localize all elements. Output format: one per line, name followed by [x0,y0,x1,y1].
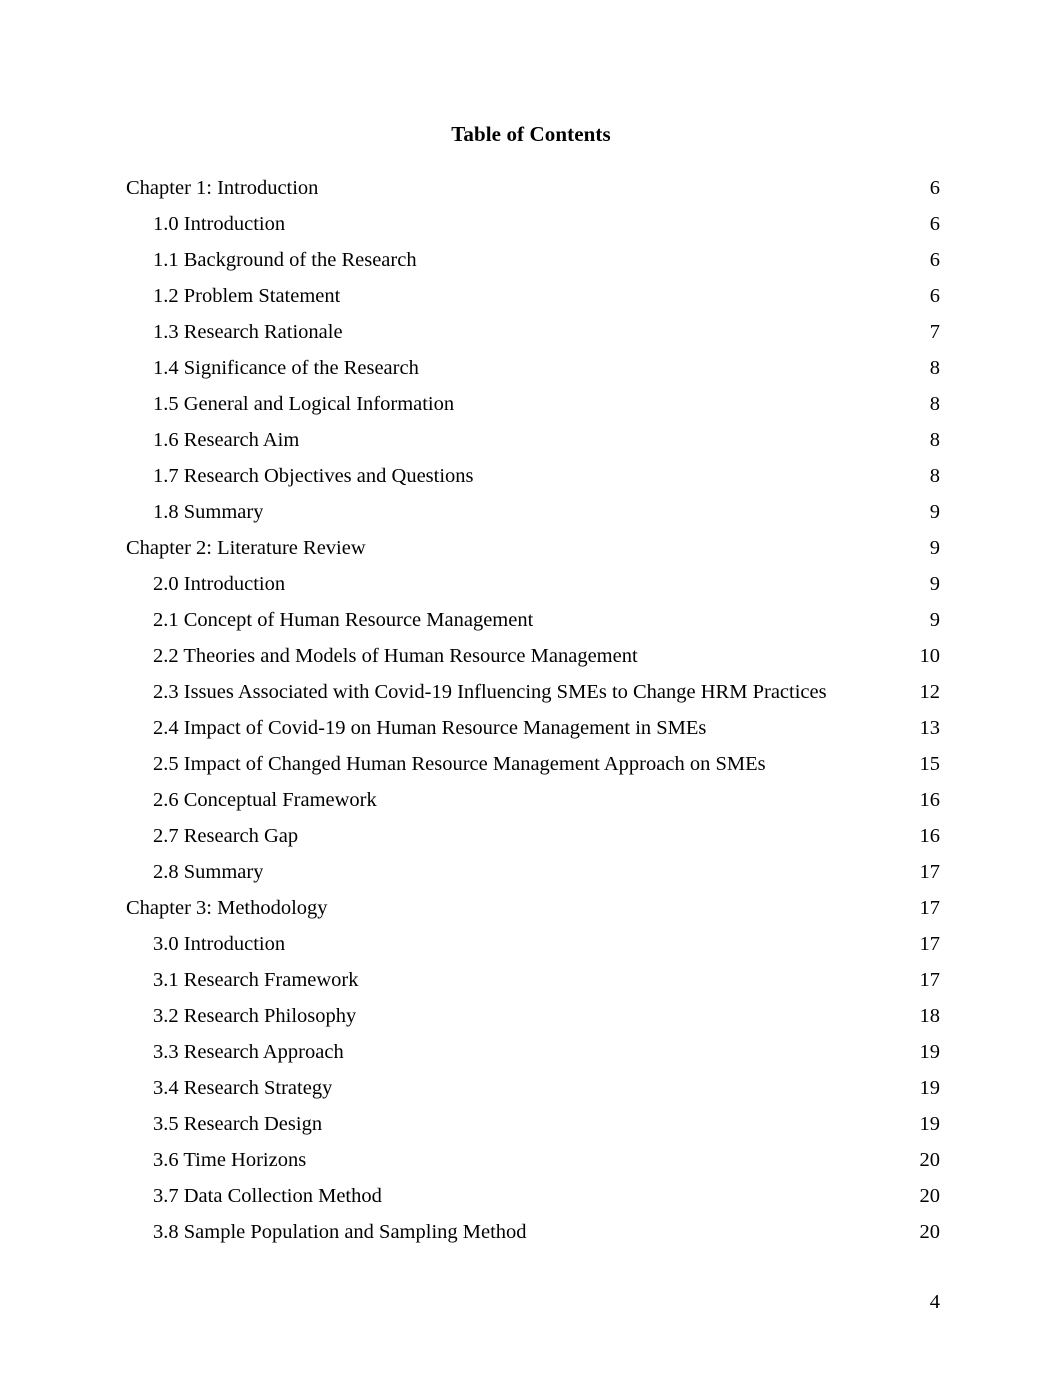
toc-entry-label: 3.5 Research Design [153,1113,323,1135]
toc-entry-page-number: 8 [929,393,940,415]
toc-entry[interactable]: 3.8 Sample Population and Sampling Metho… [126,1214,940,1250]
toc-entry-page-number: 6 [929,249,940,271]
toc-entry-page-number: 6 [929,213,940,235]
toc-entry-page-number: 12 [919,681,941,703]
toc-entry-page-number: 6 [929,177,940,199]
footer-page-number: 4 [929,1291,940,1313]
toc-entry[interactable]: 2.1 Concept of Human Resource Management… [126,602,940,638]
toc-entry-label: 3.7 Data Collection Method [153,1185,382,1207]
toc-entry-page-number: 10 [919,645,941,667]
toc-entry-page-number: 8 [929,429,940,451]
toc-entry[interactable]: 2.4 Impact of Covid-19 on Human Resource… [126,710,940,746]
toc-entry-label: 1.0 Introduction [153,213,286,235]
toc-entry[interactable]: 1.8 Summary 9 [126,494,940,530]
toc-entry-label: 1.5 General and Logical Information [153,393,455,415]
toc-entry[interactable]: 1.4 Significance of the Research 8 [126,350,940,386]
toc-entry-page-number: 17 [919,933,941,955]
table-of-contents-list: Chapter 1: Introduction 6 1.0 Introduction… [126,170,940,1250]
toc-entry-page-number: 9 [929,609,940,631]
toc-entry-label: 2.7 Research Gap [153,825,299,847]
toc-entry-page-number: 9 [929,501,940,523]
toc-entry-page-number: 9 [929,573,940,595]
toc-entry-label: 3.8 Sample Population and Sampling Metho… [153,1221,527,1243]
toc-entry[interactable]: 3.1 Research Framework 17 [126,962,940,998]
document-page: Table of Contents Chapter 1: Introductio… [0,0,1062,1376]
toc-entry[interactable]: 1.0 Introduction 6 [126,206,940,242]
toc-entry[interactable]: Chapter 2: Literature Review 9 [126,530,940,566]
toc-entry-page-number: 20 [919,1185,941,1207]
toc-entry[interactable]: Chapter 3: Methodology 17 [126,890,940,926]
toc-entry[interactable]: Chapter 1: Introduction 6 [126,170,940,206]
toc-entry[interactable]: 1.2 Problem Statement 6 [126,278,940,314]
toc-entry-page-number: 13 [919,717,941,739]
toc-entry-page-number: 7 [929,321,940,343]
toc-entry-page-number: 15 [919,753,941,775]
toc-entry-page-number: 20 [919,1221,941,1243]
toc-entry-label: 1.3 Research Rationale [153,321,343,343]
toc-entry-page-number: 17 [919,861,941,883]
toc-entry-label: 2.6 Conceptual Framework [153,789,377,811]
toc-entry-label: 2.3 Issues Associated with Covid-19 Infl… [153,681,827,703]
toc-entry-page-number: 17 [919,969,941,991]
toc-entry-label: 3.4 Research Strategy [153,1077,333,1099]
toc-entry-label: Chapter 1: Introduction [126,177,319,199]
toc-entry[interactable]: 2.0 Introduction 9 [126,566,940,602]
toc-entry[interactable]: 3.2 Research Philosophy 18 [126,998,940,1034]
toc-entry[interactable]: 2.5 Impact of Changed Human Resource Man… [126,746,940,782]
toc-entry-label: 1.7 Research Objectives and Questions [153,465,474,487]
toc-entry[interactable]: 3.3 Research Approach 19 [126,1034,940,1070]
toc-entry-page-number: 8 [929,465,940,487]
toc-entry-label: 2.2 Theories and Models of Human Resourc… [153,645,638,667]
toc-entry-page-number: 20 [919,1149,941,1171]
toc-entry-label: 2.0 Introduction [153,573,286,595]
toc-entry-label: 3.1 Research Framework [153,969,359,991]
toc-entry-label: 2.5 Impact of Changed Human Resource Man… [153,753,766,775]
toc-entry-page-number: 19 [919,1077,941,1099]
toc-entry-label: 1.8 Summary [153,501,264,523]
toc-entry-label: 3.3 Research Approach [153,1041,344,1063]
toc-entry-label: 1.2 Problem Statement [153,285,341,307]
toc-entry-label: 2.8 Summary [153,861,264,883]
toc-entry[interactable]: 3.4 Research Strategy 19 [126,1070,940,1106]
toc-entry[interactable]: 3.7 Data Collection Method 20 [126,1178,940,1214]
toc-entry-page-number: 19 [919,1113,941,1135]
toc-entry-page-number: 19 [919,1041,941,1063]
toc-entry[interactable]: 3.0 Introduction 17 [126,926,940,962]
toc-entry[interactable]: 1.6 Research Aim 8 [126,422,940,458]
toc-entry[interactable]: 3.5 Research Design 19 [126,1106,940,1142]
toc-entry[interactable]: 1.3 Research Rationale 7 [126,314,940,350]
toc-entry-page-number: 17 [919,897,941,919]
toc-entry-page-number: 18 [919,1005,941,1027]
toc-entry[interactable]: 1.1 Background of the Research 6 [126,242,940,278]
toc-entry-label: 1.4 Significance of the Research [153,357,419,379]
toc-entry-page-number: 6 [929,285,940,307]
page-title: Table of Contents [451,122,611,146]
toc-entry-page-number: 9 [929,537,940,559]
toc-entry[interactable]: 2.6 Conceptual Framework 16 [126,782,940,818]
toc-entry-label: 3.2 Research Philosophy [153,1005,357,1027]
toc-entry-label: 1.1 Background of the Research [153,249,417,271]
toc-entry-label: 3.6 Time Horizons [153,1149,307,1171]
toc-entry[interactable]: 2.8 Summary 17 [126,854,940,890]
toc-entry-page-number: 16 [919,789,941,811]
toc-entry[interactable]: 3.6 Time Horizons 20 [126,1142,940,1178]
toc-entry-page-number: 8 [929,357,940,379]
toc-entry-label: Chapter 3: Methodology [126,897,328,919]
toc-entry-label: 2.1 Concept of Human Resource Management [153,609,534,631]
toc-entry-label: 1.6 Research Aim [153,429,300,451]
toc-entry-label: Chapter 2: Literature Review [126,537,366,559]
toc-entry-page-number: 16 [919,825,941,847]
toc-entry[interactable]: 1.7 Research Objectives and Questions 8 [126,458,940,494]
toc-entry[interactable]: 2.3 Issues Associated with Covid-19 Infl… [126,674,940,710]
toc-entry[interactable]: 2.7 Research Gap 16 [126,818,940,854]
toc-entry[interactable]: 1.5 General and Logical Information 8 [126,386,940,422]
toc-entry-label: 2.4 Impact of Covid-19 on Human Resource… [153,717,707,739]
toc-entry[interactable]: 2.2 Theories and Models of Human Resourc… [126,638,940,674]
toc-entry-label: 3.0 Introduction [153,933,286,955]
